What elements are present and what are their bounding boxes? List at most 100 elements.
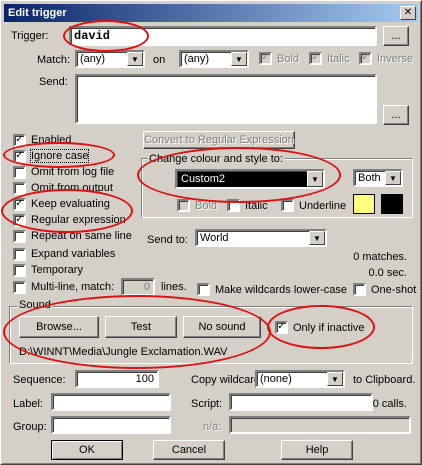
send-browse-button[interactable]: ...	[383, 105, 409, 125]
send-to-label: Send to:	[147, 234, 188, 246]
multi-line-count-value: 0	[143, 281, 150, 293]
match-label: Match:	[37, 54, 71, 66]
style-bold-label: Bold	[195, 200, 218, 212]
match-fore-value: (any)	[80, 53, 106, 65]
enabled-label: Enabled	[31, 134, 72, 146]
script-field-label: Script:	[191, 398, 223, 410]
chevron-down-icon[interactable]: ▼	[127, 52, 143, 66]
na-field-label: n/a:	[203, 421, 222, 433]
call-count-text: 0 calls.	[372, 398, 407, 410]
sound-test-button[interactable]: Test	[105, 316, 177, 338]
one-shot-checkbox[interactable]	[353, 283, 366, 296]
foreground-swatch[interactable]	[353, 194, 375, 214]
convert-regex-button[interactable]: Convert to Regular Expression	[143, 131, 295, 149]
send-textarea[interactable]	[75, 74, 377, 124]
background-swatch[interactable]	[381, 194, 403, 214]
only-inactive-label: Only if inactive	[293, 322, 365, 334]
expand-variables-label: Expand variables	[31, 248, 116, 260]
ignore-case-checkbox[interactable]: ✓	[13, 150, 26, 163]
trigger-label: Trigger:	[11, 30, 49, 42]
group-input[interactable]	[51, 416, 171, 434]
sound-group-label: Sound	[17, 299, 53, 311]
send-to-combo[interactable]: World ▼	[195, 229, 327, 247]
chevron-down-icon[interactable]: ▼	[307, 171, 323, 187]
style-bold-checkbox[interactable]	[177, 199, 190, 212]
match-inverse-checkbox[interactable]: ✓	[359, 52, 372, 65]
omit-output-label: Omit from output	[31, 182, 113, 194]
window-title: Edit trigger	[8, 7, 67, 19]
send-to-value: World	[200, 232, 229, 244]
sequence-value: 100	[135, 373, 154, 385]
match-back-value: (any)	[184, 53, 210, 65]
chevron-down-icon[interactable]: ▼	[231, 52, 247, 66]
match-bold-checkbox[interactable]: ✓	[259, 52, 272, 65]
trigger-input[interactable]: david	[69, 26, 377, 46]
chevron-down-icon[interactable]: ▼	[385, 171, 401, 185]
style-italic-label: Italic	[245, 200, 268, 212]
chevron-down-icon[interactable]: ▼	[309, 231, 325, 245]
trigger-browse-button[interactable]: ...	[383, 26, 409, 46]
multi-line-checkbox[interactable]	[13, 281, 26, 294]
only-inactive-checkbox[interactable]: ✓	[275, 321, 288, 334]
label-field-label: Label:	[13, 398, 43, 410]
both-value: Both	[358, 172, 381, 184]
enabled-checkbox[interactable]: ✓	[13, 134, 26, 147]
copy-wildcard-combo[interactable]: (none) ▼	[255, 370, 345, 388]
title-bar: Edit trigger ✕	[4, 4, 418, 22]
lowercase-wildcards-checkbox[interactable]	[197, 283, 210, 296]
group-field-label: Group:	[13, 421, 47, 433]
omit-log-checkbox[interactable]	[13, 166, 26, 179]
keep-evaluating-checkbox[interactable]: ✓	[13, 198, 26, 211]
match-inverse-label: Inverse	[377, 53, 414, 65]
repeat-same-line-label: Repeat on same line	[31, 230, 132, 242]
chevron-down-icon[interactable]: ▼	[327, 372, 343, 386]
temporary-label: Temporary	[31, 264, 83, 276]
one-shot-label: One-shot	[371, 284, 417, 296]
match-time-text: 0.0 sec.	[368, 267, 407, 279]
lowercase-wildcards-label: Make wildcards lower-case	[215, 284, 348, 296]
copy-wildcard-label: Copy wildcard:	[191, 374, 264, 386]
style-underline-checkbox[interactable]	[281, 199, 294, 212]
expand-variables-checkbox[interactable]	[13, 248, 26, 261]
script-input[interactable]	[229, 393, 373, 411]
sound-path-text: D:\WINNT\Media\Jungle Exclamation.WAV	[19, 346, 228, 358]
lines-label: lines.	[161, 281, 187, 293]
ok-button[interactable]: OK	[51, 440, 123, 460]
multi-line-count-input[interactable]: 0	[121, 278, 155, 296]
sound-browse-button[interactable]: Browse...	[19, 316, 99, 338]
match-count-text: 0 matches.	[353, 251, 407, 263]
match-fore-combo[interactable]: (any) ▼	[75, 50, 145, 68]
repeat-same-line-checkbox[interactable]	[13, 230, 26, 243]
style-italic-checkbox[interactable]	[227, 199, 240, 212]
to-clipboard-label: to Clipboard.	[353, 374, 416, 386]
trigger-value: david	[74, 29, 111, 43]
colour-value: Custom2	[181, 173, 226, 185]
sequence-label: Sequence:	[13, 374, 66, 386]
style-underline-label: Underline	[299, 200, 347, 212]
cancel-button[interactable]: Cancel	[153, 440, 225, 460]
match-back-combo[interactable]: (any) ▼	[179, 50, 249, 68]
copy-wildcard-value: (none)	[260, 373, 292, 385]
na-input[interactable]	[229, 416, 411, 434]
regular-expression-checkbox[interactable]: ✓	[13, 214, 26, 227]
label-input[interactable]	[51, 393, 171, 411]
keep-evaluating-label: Keep evaluating	[31, 198, 110, 210]
omit-output-checkbox[interactable]	[13, 182, 26, 195]
match-italic-checkbox[interactable]: ✓	[309, 52, 322, 65]
match-bold-label: Bold	[277, 53, 300, 65]
match-on-label: on	[153, 54, 166, 66]
ignore-case-label: Ignore case	[29, 149, 90, 163]
colour-combo[interactable]: Custom2 ▼	[175, 169, 325, 189]
colour-group-label: Change colour and style to:	[147, 153, 285, 165]
sequence-input[interactable]: 100	[75, 370, 159, 388]
regular-expression-label: Regular expression	[31, 214, 126, 226]
send-label: Send:	[39, 76, 68, 88]
temporary-checkbox[interactable]	[13, 264, 26, 277]
multi-line-label: Multi-line, match:	[31, 281, 115, 293]
omit-log-label: Omit from log file	[31, 166, 115, 178]
both-combo[interactable]: Both ▼	[353, 169, 403, 187]
help-button[interactable]: Help	[281, 440, 353, 460]
edit-trigger-dialog: Edit trigger ✕ Trigger: david ... Match:…	[0, 0, 422, 465]
no-sound-button[interactable]: No sound	[183, 316, 261, 338]
close-icon[interactable]: ✕	[400, 6, 416, 20]
